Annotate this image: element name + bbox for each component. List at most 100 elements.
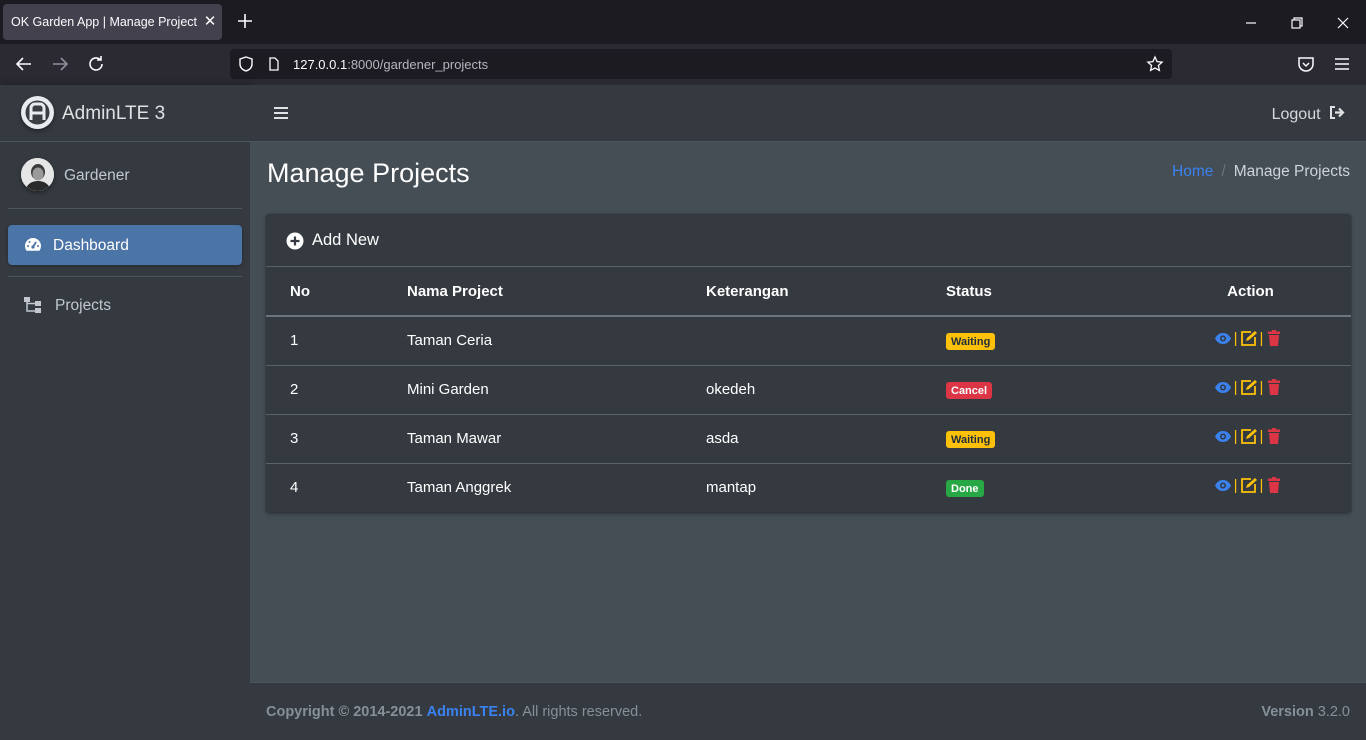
bookmark-star-icon[interactable] <box>1146 55 1164 73</box>
cell-keterangan: asda <box>706 414 946 464</box>
column-header-keterangan: Keterangan <box>706 267 946 317</box>
copyright-label: Copyright © 2014-2021 <box>266 704 423 720</box>
projects-card: Add New No Nama Project Keterangan Statu… <box>266 214 1351 512</box>
sitemap-icon <box>24 297 41 313</box>
address-bar[interactable]: 127.0.0.1:8000/gardener_projects <box>230 49 1172 79</box>
plus-circle-icon <box>286 232 304 249</box>
browser-navbar: 127.0.0.1:8000/gardener_projects <box>0 44 1366 85</box>
user-panel: Gardener <box>8 142 242 209</box>
table-row: 1 Taman Ceria Waiting | | <box>266 316 1351 366</box>
new-tab-icon[interactable] <box>234 10 256 32</box>
breadcrumb: Home / Manage Projects <box>1172 163 1350 181</box>
cell-action: | | <box>1146 463 1351 512</box>
edit-icon[interactable] <box>1240 330 1258 347</box>
column-header-action: Action <box>1146 267 1351 317</box>
content-wrapper: Manage Projects Home / Manage Projects Add… <box>250 142 1366 682</box>
logo-icon <box>25 100 50 125</box>
breadcrumb-home-link[interactable]: Home <box>1172 163 1213 180</box>
cell-status: Done <box>946 463 1146 512</box>
status-badge: Waiting <box>946 332 996 350</box>
tachometer-icon <box>24 238 42 251</box>
cell-status: Waiting <box>946 316 1146 366</box>
status-badge: Waiting <box>946 430 996 448</box>
table-row: 4 Taman Anggrek mantap Done | | <box>266 463 1351 512</box>
page-icon[interactable] <box>266 56 282 72</box>
pocket-icon[interactable] <box>1295 53 1317 75</box>
trash-icon[interactable] <box>1265 379 1283 396</box>
back-icon[interactable] <box>13 53 35 75</box>
user-name[interactable]: Gardener <box>64 167 129 185</box>
action-separator: | <box>1259 428 1264 445</box>
sidebar-item-label: Projects <box>55 297 111 314</box>
cell-project-name: Taman Anggrek <box>407 479 512 497</box>
column-header-name: Nama Project <box>407 267 706 317</box>
cell-project-name: Mini Garden <box>407 365 706 415</box>
shield-icon[interactable] <box>237 55 255 73</box>
add-new-button[interactable]: Add New <box>286 231 379 250</box>
column-header-status: Status <box>946 267 1146 317</box>
eye-icon[interactable] <box>1214 379 1232 396</box>
version-number: 3.2.0 <box>1317 704 1350 720</box>
browser-tabbar: OK Garden App | Manage Project ✕ <box>0 0 1366 44</box>
card-header: Add New <box>266 214 1351 267</box>
tab-close-icon[interactable]: ✕ <box>200 12 220 32</box>
window-close-icon[interactable] <box>1332 12 1354 34</box>
sidebar: AdminLTE 3 Gardener Dashboard Projects <box>0 85 250 740</box>
eye-icon[interactable] <box>1214 428 1232 445</box>
trash-icon[interactable] <box>1265 428 1283 445</box>
edit-icon[interactable] <box>1240 428 1258 445</box>
row-actions: | | <box>1214 379 1284 396</box>
hamburger-menu-icon[interactable] <box>273 104 289 122</box>
cell-project-name: Taman Ceria <box>407 316 706 366</box>
action-separator: | <box>1259 379 1264 396</box>
browser-tab[interactable]: OK Garden App | Manage Project ✕ <box>3 4 222 40</box>
cell-status: Waiting <box>946 414 1146 464</box>
brand-link[interactable]: AdminLTE 3 <box>0 85 250 142</box>
add-new-label: Add New <box>312 231 379 249</box>
projects-table: No Nama Project Keterangan Status Action… <box>266 267 1351 512</box>
sign-out-icon <box>1330 106 1345 119</box>
eye-icon[interactable] <box>1214 330 1232 347</box>
adminlte-logo <box>21 96 54 129</box>
sidebar-item-label: Dashboard <box>53 237 129 254</box>
cell-status: Cancel <box>946 365 1146 415</box>
version-label: Version <box>1261 704 1314 720</box>
url-host: 127.0.0.1 <box>293 57 348 72</box>
edit-icon[interactable] <box>1240 477 1258 494</box>
cell-action: | | <box>1146 365 1351 415</box>
eye-icon[interactable] <box>1214 477 1232 494</box>
trash-icon[interactable] <box>1265 330 1283 347</box>
edit-icon[interactable] <box>1240 379 1258 396</box>
copyright-text: Copyright © 2014-2021 AdminLTE.io. All r… <box>266 704 642 720</box>
status-badge: Cancel <box>946 381 993 399</box>
user-avatar-icon <box>21 158 54 191</box>
restore-icon[interactable] <box>1286 12 1308 34</box>
forward-icon[interactable] <box>49 53 71 75</box>
logout-link[interactable]: Logout <box>1272 105 1346 124</box>
logout-label: Logout <box>1271 106 1321 123</box>
breadcrumb-separator: / <box>1221 163 1226 180</box>
table-header-row: No Nama Project Keterangan Status Action <box>266 267 1351 317</box>
menu-icon[interactable] <box>1331 53 1353 75</box>
avatar[interactable] <box>21 158 54 191</box>
column-header-no: No <box>266 267 407 317</box>
action-separator: | <box>1233 477 1238 495</box>
cell-project-name: Taman Mawar <box>407 414 706 464</box>
action-separator: | <box>1233 379 1238 396</box>
reload-icon[interactable] <box>85 53 107 75</box>
row-actions: | | <box>1214 428 1284 445</box>
brand-text: AdminLTE 3 <box>62 103 166 124</box>
cell-keterangan: mantap <box>706 479 757 497</box>
cell-no: 2 <box>266 365 407 415</box>
action-separator: | <box>1233 428 1238 445</box>
nav-divider <box>8 276 242 277</box>
table-row: 2 Mini Garden okedeh Cancel | | <box>266 365 1351 415</box>
url-path: :8000/gardener_projects <box>347 57 489 72</box>
sidebar-item-dashboard[interactable]: Dashboard <box>8 225 242 265</box>
sidebar-item-projects[interactable]: Projects <box>8 285 242 325</box>
trash-icon[interactable] <box>1265 477 1283 494</box>
table-body: 1 Taman Ceria Waiting | | 2 Mini Garden okedeh C… <box>266 316 1351 512</box>
action-separator: | <box>1259 330 1264 348</box>
minimize-icon[interactable] <box>1240 12 1262 34</box>
adminlte-link[interactable]: AdminLTE.io <box>427 704 515 720</box>
